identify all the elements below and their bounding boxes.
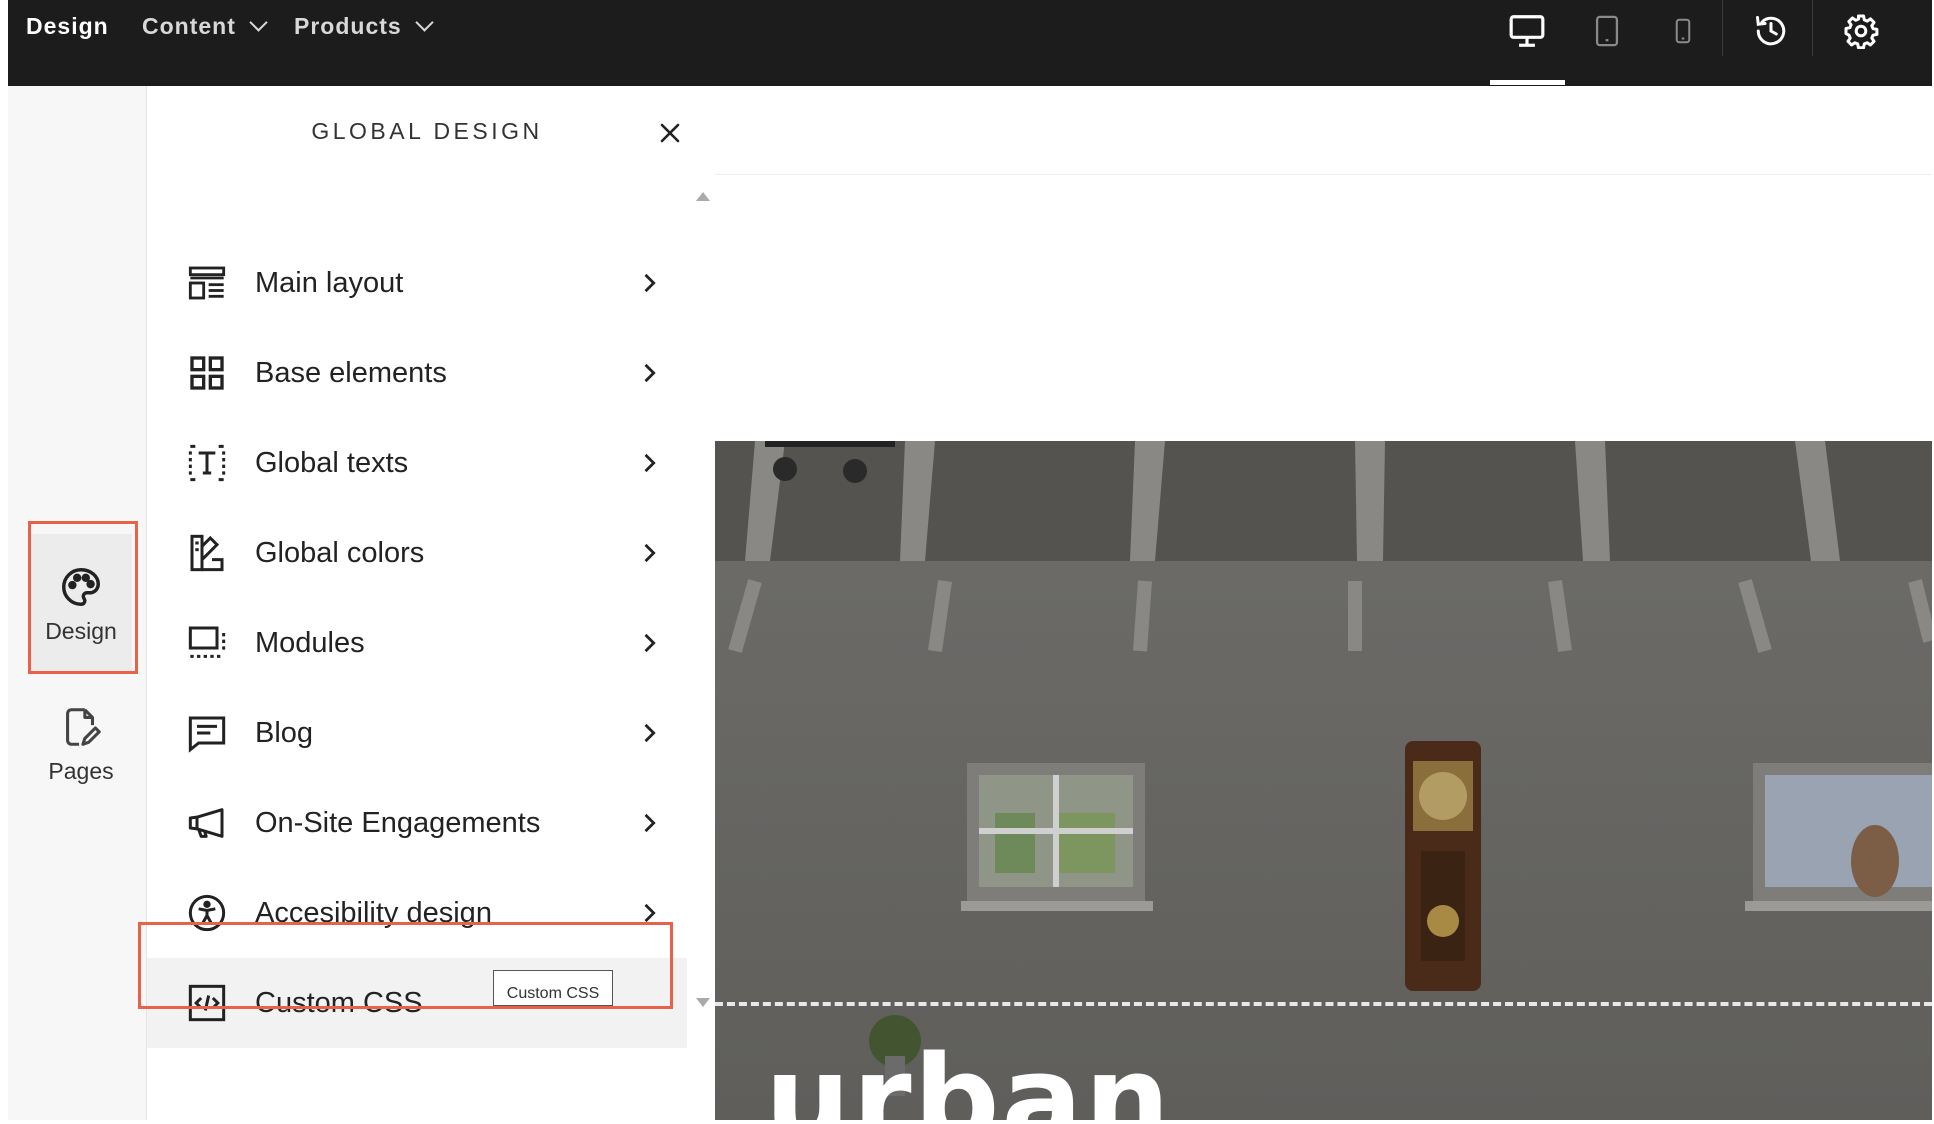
page-edit-icon [66, 707, 101, 746]
chevron-right-icon [644, 273, 656, 293]
menu-item-on-site-engagements[interactable]: On-Site Engagements [147, 778, 687, 868]
mobile-icon[interactable] [1660, 8, 1706, 54]
menu-item-base-elements[interactable]: Base elements [147, 328, 687, 418]
nav-design-label: Design [26, 13, 109, 39]
text-icon [188, 444, 226, 482]
rail-item-pages[interactable]: Pages [30, 674, 132, 814]
scroll-down-arrow[interactable] [696, 998, 710, 1007]
close-icon [660, 123, 680, 143]
menu-item-label: Modules [255, 626, 365, 659]
grid-icon [190, 356, 224, 390]
menu-item-modules[interactable]: Modules [147, 598, 687, 688]
chevron-right-icon [644, 723, 656, 743]
app-frame: Design Content Products Design Pages GLO… [8, 0, 1932, 1120]
nav-products[interactable]: Products [294, 0, 434, 52]
menu-item-main-layout[interactable]: Main layout [147, 238, 687, 328]
modules-icon [188, 626, 226, 658]
device-selected-indicator [1490, 80, 1565, 85]
settings-icon[interactable] [1838, 8, 1884, 54]
menu-item-blog[interactable]: Blog [147, 688, 687, 778]
chevron-right-icon [644, 363, 656, 383]
blog-icon [188, 716, 226, 753]
layout-icon [188, 266, 226, 300]
chevron-right-icon [644, 633, 656, 653]
nav-content[interactable]: Content [142, 0, 268, 52]
rail-item-design-label: Design [45, 617, 117, 644]
chevron-right-icon [644, 543, 656, 563]
tablet-icon[interactable] [1584, 8, 1630, 54]
chevron-down-icon [249, 12, 268, 32]
toolbar-divider [1812, 0, 1813, 56]
menu-item-label: Blog [255, 716, 314, 749]
hero-title: urban [765, 1031, 1172, 1120]
chevron-right-icon [644, 453, 656, 473]
hero-photo [715, 441, 1932, 1120]
nav-design[interactable]: Design [26, 0, 109, 52]
accessibility-icon [188, 894, 226, 932]
left-rail: Design Pages [8, 86, 147, 1120]
palette-icon [62, 567, 100, 606]
menu-item-global-colors[interactable]: Global colors [147, 508, 687, 598]
chevron-right-icon [644, 813, 656, 833]
chevron-down-icon [414, 12, 434, 32]
megaphone-icon [188, 808, 224, 838]
menu-item-label: Main layout [255, 266, 404, 299]
toolbar-divider [1722, 0, 1723, 56]
close-button[interactable] [653, 116, 687, 150]
colors-icon [190, 534, 224, 572]
menu-item-accesibility-design[interactable]: Accesibility design [147, 868, 687, 958]
global-design-panel: GLOBAL DESIGN Main layout Base elements [147, 86, 715, 1120]
menu-item-label: Base elements [255, 356, 447, 389]
menu-item-label: Custom CSS [255, 986, 423, 1019]
hero-image: urban [715, 441, 1932, 1120]
menu-item-label: On-Site Engagements [255, 806, 541, 839]
code-icon [188, 984, 226, 1022]
nav-products-label: Products [294, 13, 402, 39]
nav-content-label: Content [142, 13, 236, 39]
menu-item-label: Global colors [255, 536, 425, 569]
rail-item-pages-label: Pages [48, 757, 114, 784]
desktop-icon[interactable] [1504, 8, 1550, 54]
history-icon[interactable] [1748, 8, 1794, 54]
top-bar: Design Content Products [8, 0, 1932, 86]
tooltip: Custom CSS [493, 970, 613, 1006]
chevron-right-icon [644, 903, 656, 923]
menu-item-global-texts[interactable]: Global texts [147, 418, 687, 508]
rail-item-design[interactable]: Design [30, 534, 132, 674]
preview-header [715, 86, 1932, 175]
menu-item-label: Global texts [255, 446, 409, 479]
menu-item-label: Accesibility design [255, 896, 492, 929]
scroll-up-arrow[interactable] [696, 192, 710, 201]
drop-guide-line [715, 1002, 1932, 1006]
panel-title: GLOBAL DESIGN [311, 118, 543, 144]
preview-blank-section [715, 175, 1932, 440]
